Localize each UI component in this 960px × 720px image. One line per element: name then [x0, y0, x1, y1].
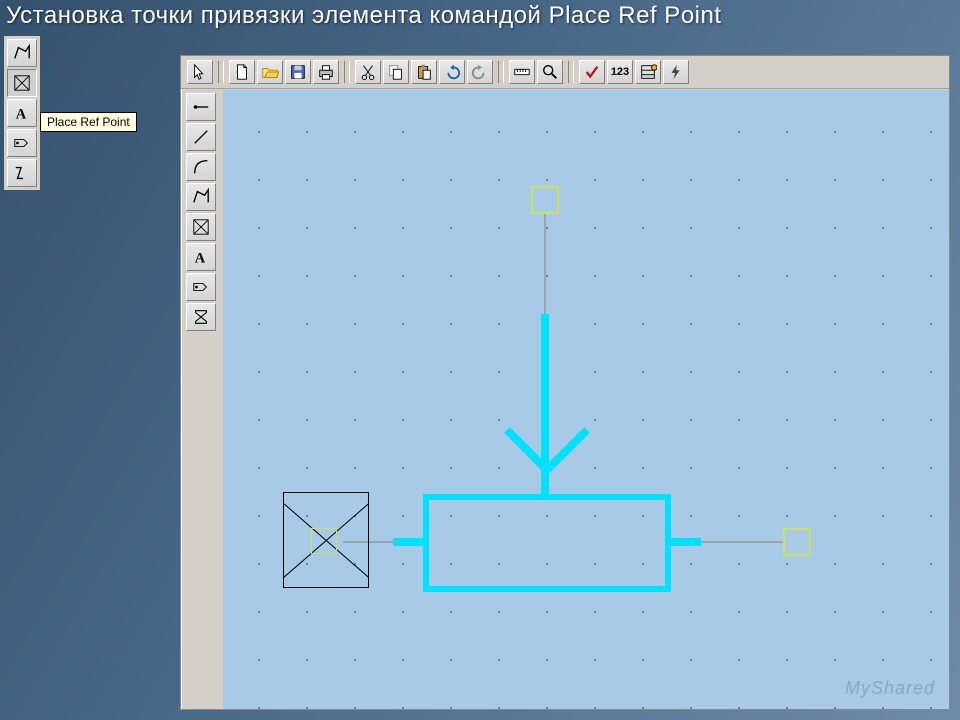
- wire-segment: [701, 541, 785, 543]
- save-icon[interactable]: [285, 60, 311, 84]
- zoom-icon[interactable]: [537, 60, 563, 84]
- sigma-tool-icon[interactable]: [186, 303, 216, 331]
- top-pin-marker: [531, 186, 559, 214]
- redo-icon[interactable]: [467, 60, 493, 84]
- tag-tool-icon[interactable]: [7, 129, 37, 157]
- trace-right-stub: [665, 538, 701, 546]
- main-toolbar: 123: [181, 56, 949, 89]
- watermark: MyShared: [845, 678, 935, 699]
- new-file-icon[interactable]: [229, 60, 255, 84]
- schematic-canvas[interactable]: MyShared: [223, 90, 949, 709]
- undo-icon[interactable]: [439, 60, 465, 84]
- separator: [218, 61, 224, 83]
- paste-icon[interactable]: [411, 60, 437, 84]
- misc-tool-icon[interactable]: [7, 159, 37, 187]
- svg-text:A: A: [16, 106, 27, 122]
- drawing-toolbar: A: [183, 90, 219, 334]
- cut-icon[interactable]: [355, 60, 381, 84]
- pointer-icon[interactable]: [187, 60, 213, 84]
- arrow-down-icon: [499, 422, 595, 482]
- floating-tool-palette: A: [4, 36, 40, 190]
- text-tool-icon[interactable]: A: [186, 243, 216, 271]
- page-title: Установка точки привязки элемента команд…: [6, 2, 722, 30]
- component-body: [423, 494, 671, 592]
- copy-icon[interactable]: [383, 60, 409, 84]
- trace-left-stub: [393, 538, 429, 546]
- refpoint-tool-icon[interactable]: [186, 213, 216, 241]
- line-tool-icon[interactable]: [186, 123, 216, 151]
- polygon-tool-icon[interactable]: [186, 183, 216, 211]
- options-icon[interactable]: [635, 60, 661, 84]
- text-tool-icon[interactable]: A: [7, 99, 37, 127]
- check-icon[interactable]: [579, 60, 605, 84]
- ref-point-inner: [311, 528, 337, 554]
- numeric-123-icon[interactable]: 123: [607, 60, 633, 84]
- ruler-icon[interactable]: [509, 60, 535, 84]
- lightning-icon[interactable]: [663, 60, 689, 84]
- right-pin-marker: [783, 528, 811, 556]
- print-icon[interactable]: [313, 60, 339, 84]
- separator: [498, 61, 504, 83]
- svg-text:A: A: [195, 250, 206, 266]
- separator: [344, 61, 350, 83]
- wire-segment: [544, 214, 546, 314]
- arc-tool-icon[interactable]: [186, 153, 216, 181]
- wire-tool-icon[interactable]: [186, 93, 216, 121]
- open-file-icon[interactable]: [257, 60, 283, 84]
- separator: [568, 61, 574, 83]
- polygon-tool-icon[interactable]: [7, 39, 37, 67]
- refpoint-tool-icon[interactable]: [7, 69, 37, 97]
- editor-window: 123 A MyShared: [180, 55, 950, 710]
- tag-tool-icon[interactable]: [186, 273, 216, 301]
- refpoint-tooltip: Place Ref Point: [40, 112, 137, 132]
